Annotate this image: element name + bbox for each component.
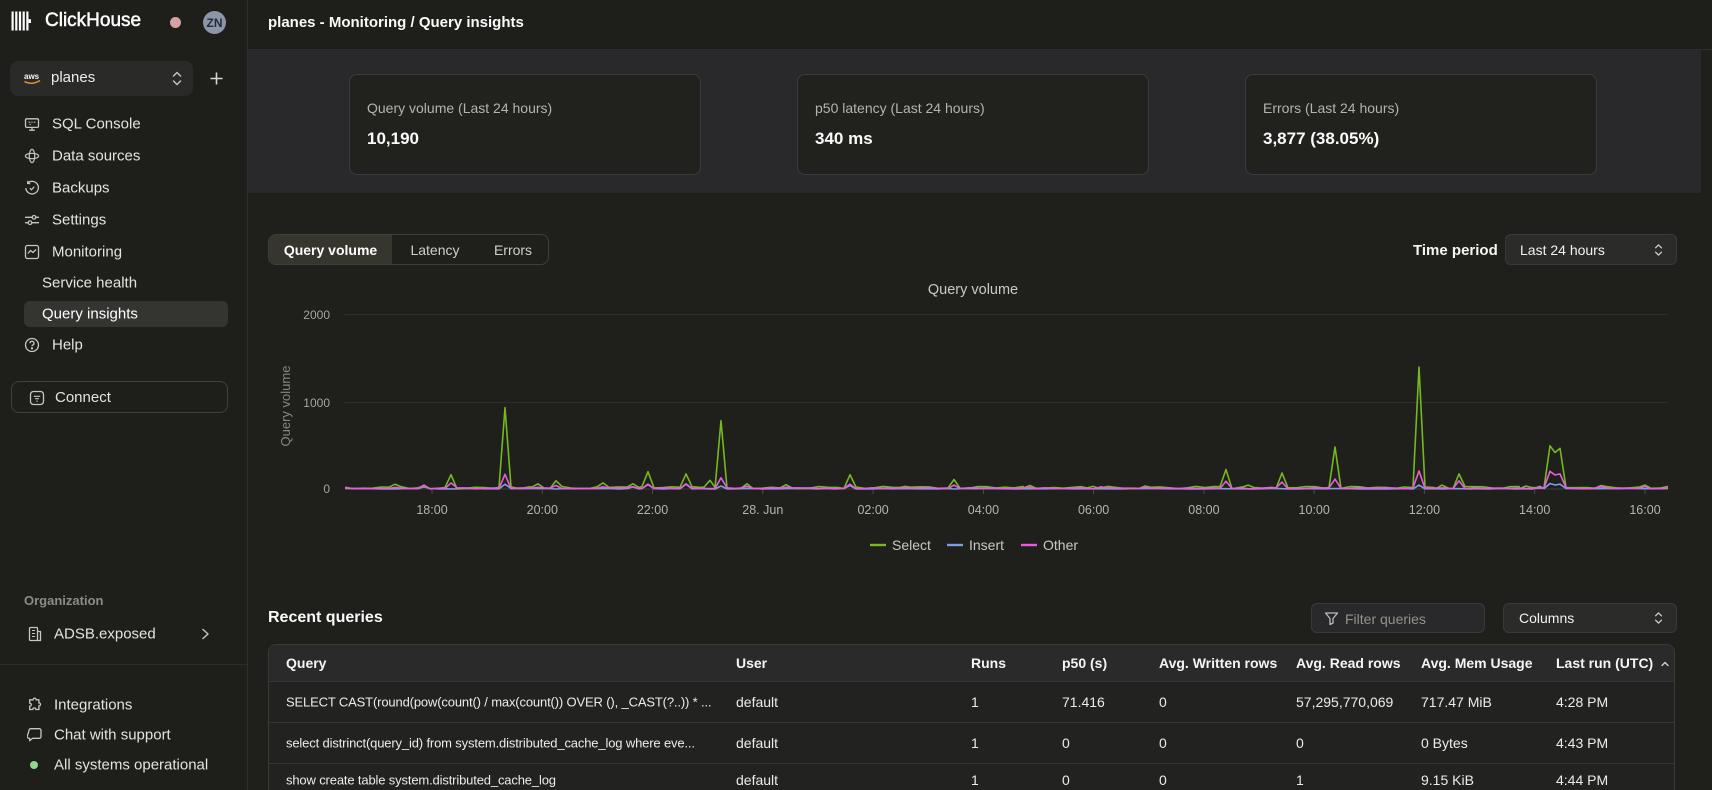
svg-text:02:00: 02:00 xyxy=(857,503,888,517)
svg-text:04:00: 04:00 xyxy=(968,503,999,517)
svg-text:aws: aws xyxy=(24,72,40,81)
svg-text:16:00: 16:00 xyxy=(1629,503,1660,517)
svg-text:Select: Select xyxy=(892,537,931,553)
svg-text:14:00: 14:00 xyxy=(1519,503,1550,517)
svg-text:2000: 2000 xyxy=(303,308,330,322)
svg-text:Other: Other xyxy=(1043,537,1078,553)
svg-text:18:00: 18:00 xyxy=(416,503,447,517)
svg-text:28. Jun: 28. Jun xyxy=(742,503,783,517)
svg-text:08:00: 08:00 xyxy=(1188,503,1219,517)
svg-text:Query volume: Query volume xyxy=(928,282,1018,298)
svg-text:Insert: Insert xyxy=(969,537,1004,553)
svg-text:10:00: 10:00 xyxy=(1299,503,1330,517)
svg-text:12:00: 12:00 xyxy=(1409,503,1440,517)
svg-text:22:00: 22:00 xyxy=(637,503,668,517)
svg-text:20:00: 20:00 xyxy=(527,503,558,517)
svg-text:Query volume: Query volume xyxy=(278,366,293,447)
svg-text:0: 0 xyxy=(323,482,330,496)
svg-text:06:00: 06:00 xyxy=(1078,503,1109,517)
svg-text:1000: 1000 xyxy=(303,396,330,410)
